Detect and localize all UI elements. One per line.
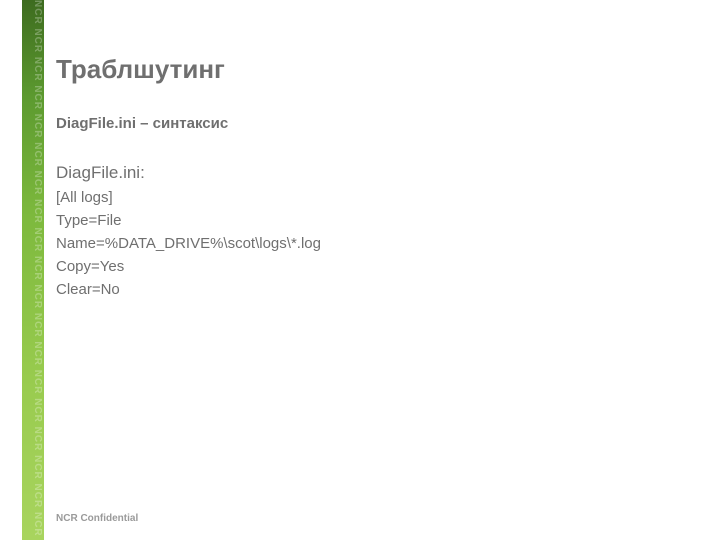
brand-band-text: NCR NCR NCR NCR NCR NCR NCR NCR NCR NCR … — [23, 0, 43, 540]
brand-band: NCR NCR NCR NCR NCR NCR NCR NCR NCR NCR … — [22, 0, 44, 540]
slide: NCR NCR NCR NCR NCR NCR NCR NCR NCR NCR … — [0, 0, 720, 540]
content-area: Траблшутинг DiagFile.ini – синтаксис Dia… — [56, 54, 696, 301]
ini-line: Copy=Yes — [56, 255, 696, 278]
ini-line: Type=File — [56, 209, 696, 232]
page-subtitle: DiagFile.ini – синтаксис — [56, 115, 696, 132]
file-label: DiagFile.ini: — [56, 160, 696, 186]
ini-line: [All logs] — [56, 186, 696, 209]
ini-block: DiagFile.ini: [All logs] Type=File Name=… — [56, 160, 696, 301]
ini-line: Name=%DATA_DRIVE%\scot\logs\*.log — [56, 232, 696, 255]
ini-line: Clear=No — [56, 278, 696, 301]
footer-confidential: NCR Confidential — [56, 513, 138, 524]
page-title: Траблшутинг — [56, 54, 696, 85]
